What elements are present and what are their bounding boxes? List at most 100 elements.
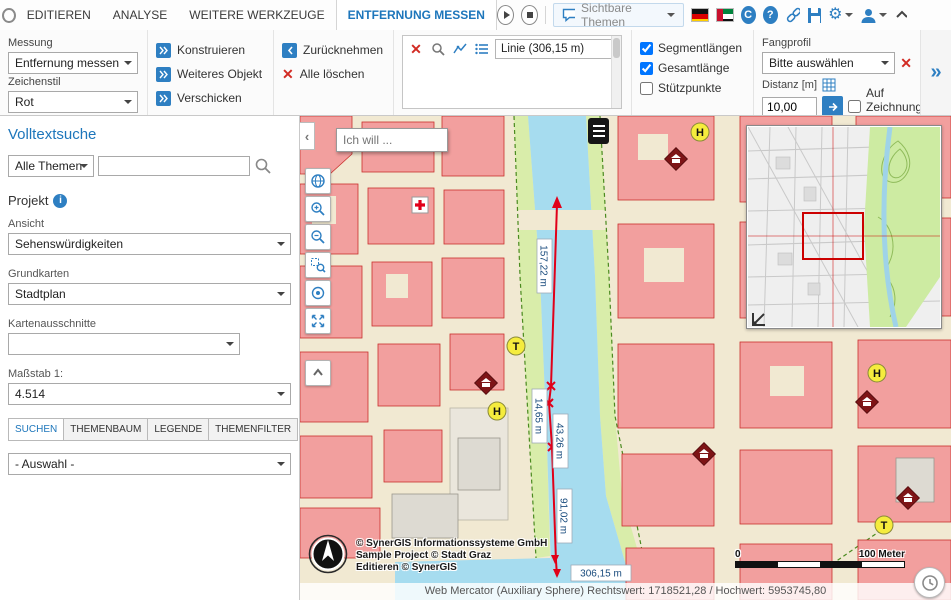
gesamtlaenge-option[interactable]: Gesamtlänge	[640, 58, 745, 78]
ansicht-value: Sehenswürdigkeiten	[15, 237, 123, 251]
theme-scope-select[interactable]: Alle Themen	[8, 155, 94, 177]
selected-measure-label: Linie (306,15 m)	[501, 43, 584, 55]
sidebar-tab-themenbaum[interactable]: THEMENBAUM	[63, 418, 148, 441]
link-icon[interactable]	[785, 6, 800, 24]
user-icon	[860, 7, 877, 24]
segmentlaengen-option[interactable]: Segmentlängen	[640, 38, 745, 58]
help-icon[interactable]: ?	[763, 6, 778, 24]
zoom-window-button[interactable]	[305, 252, 331, 278]
alle-loeschen-button[interactable]: ✕ Alle löschen	[282, 62, 385, 86]
tab-editieren[interactable]: EDITIEREN	[16, 0, 102, 30]
map-toolbar	[305, 168, 331, 386]
sidebar-collapse-button[interactable]: ‹	[300, 122, 315, 150]
auswahl-select[interactable]: - Auswahl -	[8, 453, 291, 475]
copyright-icon[interactable]: C	[741, 6, 756, 24]
sidebar-tab-suchen[interactable]: SUCHEN	[8, 418, 64, 441]
draw-style-select[interactable]: Rot	[8, 91, 138, 113]
gear-button[interactable]: ⚙	[828, 7, 852, 23]
segment-label-3: 43,26 m	[554, 423, 565, 459]
selected-measure-item[interactable]: Linie (306,15 m)	[495, 39, 617, 59]
svg-text:T: T	[513, 341, 520, 353]
sidebar-tab-legende[interactable]: LEGENDE	[147, 418, 209, 441]
verschicken-button[interactable]: Verschicken	[156, 86, 265, 110]
save-icon[interactable]	[807, 7, 821, 24]
grundkarten-select[interactable]: Stadtplan	[8, 283, 291, 305]
tab-label: SUCHEN	[15, 424, 57, 435]
grundkarten-value: Stadtplan	[15, 287, 66, 301]
tab-entfernung-messen[interactable]: ENTFERNUNG MESSEN	[336, 0, 497, 30]
ansicht-select[interactable]: Sehenswürdigkeiten	[8, 233, 291, 255]
massstab-select[interactable]: 4.514	[8, 383, 291, 405]
stuetzpunkte-option[interactable]: Stützpunkte	[640, 78, 745, 98]
kartenausschnitte-select[interactable]	[8, 333, 240, 355]
tab-label: WEITERE WERKZEUGE	[189, 8, 324, 22]
user-menu-button[interactable]	[860, 7, 887, 24]
history-clock-button[interactable]	[914, 567, 945, 598]
flag-germany-icon[interactable]	[691, 8, 709, 22]
gesamtlaenge-checkbox[interactable]	[640, 62, 653, 75]
visible-themes-button[interactable]: Sichtbare Themen	[553, 3, 684, 27]
profile-3d-icon[interactable]	[451, 40, 469, 58]
ribbon-group-fangprofil: Fangprofil Bitte auswählen ✕ Distanz [m]…	[754, 30, 920, 115]
distanz-input[interactable]	[762, 97, 817, 116]
grundkarten-field: Grundkarten Stadtplan	[8, 268, 291, 305]
play-circle-icon[interactable]	[497, 5, 514, 25]
info-icon[interactable]: i	[53, 194, 67, 208]
zuruecknehmen-button[interactable]: Zurücknehmen	[282, 38, 385, 62]
ich-will-input[interactable]	[336, 128, 448, 152]
zoom-out-button[interactable]	[305, 224, 331, 250]
tab-weitere-werkzeuge[interactable]: WEITERE WERKZEUGE	[178, 0, 335, 30]
tab-analyse[interactable]: ANALYSE	[102, 0, 178, 30]
coordinate-status-bar: Web Mercator (Auxiliary Sphere) Rechtswe…	[300, 583, 951, 600]
ribbon-group-undo: Zurücknehmen ✕ Alle löschen	[274, 30, 394, 115]
measure-results-panel: ✕ Linie (306,15 m)	[402, 35, 622, 109]
snap-drawing-option[interactable]: Auf Zeichnung fang...	[848, 97, 920, 116]
north-arrow-icon	[308, 534, 348, 574]
grid-table-icon[interactable]	[822, 78, 836, 92]
double-arrow-icon	[156, 43, 171, 58]
messung-group-label: Messung	[8, 37, 139, 49]
fangprofil-value: Bitte auswählen	[769, 56, 854, 70]
konstruieren-button[interactable]: Konstruieren	[156, 38, 265, 62]
weiteres-objekt-button[interactable]: Weiteres Objekt	[156, 62, 265, 86]
fangprofil-select[interactable]: Bitte auswählen	[762, 52, 895, 74]
search-icon[interactable]	[254, 157, 272, 175]
total-length-label: 306,15 m	[580, 569, 622, 580]
top-tab-bar: EDITIEREN ANALYSE WEITERE WERKZEUGE ENTF…	[0, 0, 951, 31]
fulltext-search-input[interactable]	[98, 156, 250, 176]
stuetzpunkte-checkbox[interactable]	[640, 82, 653, 95]
scale-zero-label: 0	[735, 549, 741, 560]
apply-distance-button[interactable]	[822, 96, 843, 115]
toolbar-gap	[305, 336, 331, 358]
map-menu-toggle-button[interactable]	[588, 118, 609, 144]
zoom-in-button[interactable]	[305, 196, 331, 222]
snap-drawing-checkbox[interactable]	[848, 100, 861, 113]
sidebar-tab-themenfilter[interactable]: THEMENFILTER	[208, 418, 298, 441]
ribbon-expand-button[interactable]: »	[920, 30, 951, 115]
stop-circle-icon[interactable]	[521, 5, 538, 25]
project-label: Projekt	[8, 193, 48, 208]
snap-drawing-label: Auf Zeichnung fang...	[866, 86, 920, 116]
visible-themes-label: Sichtbare Themen	[581, 1, 661, 29]
tab-label: EDITIEREN	[27, 8, 91, 22]
segmentlaengen-checkbox[interactable]	[640, 42, 653, 55]
ribbon: Messung Entfernung messen Zeichenstil Ro…	[0, 30, 951, 116]
delete-icon[interactable]: ✕	[407, 40, 425, 58]
full-extent-button[interactable]	[305, 308, 331, 334]
zoom-to-icon[interactable]	[429, 40, 447, 58]
overview-map[interactable]	[746, 125, 942, 329]
flag-uae-icon[interactable]	[716, 8, 734, 22]
results-scrollbar[interactable]	[611, 36, 621, 108]
measure-tool-select[interactable]: Entfernung messen	[8, 52, 138, 74]
svg-text:T: T	[881, 520, 888, 532]
collapse-ribbon-chevron-icon[interactable]	[894, 7, 907, 23]
globe-button[interactable]	[305, 168, 331, 194]
locate-center-button[interactable]	[305, 280, 331, 306]
pharmacy-icon[interactable]	[412, 197, 428, 213]
clear-fangprofil-icon[interactable]: ✕	[900, 56, 912, 70]
list-icon[interactable]	[473, 40, 491, 58]
tab-label: ENTFERNUNG MESSEN	[348, 8, 485, 22]
toolbar-collapse-chevron-button[interactable]	[305, 360, 331, 386]
map-viewport[interactable]: H H H T T 157,22 m 1	[300, 116, 951, 600]
measure-tool-value: Entfernung messen	[15, 56, 119, 70]
